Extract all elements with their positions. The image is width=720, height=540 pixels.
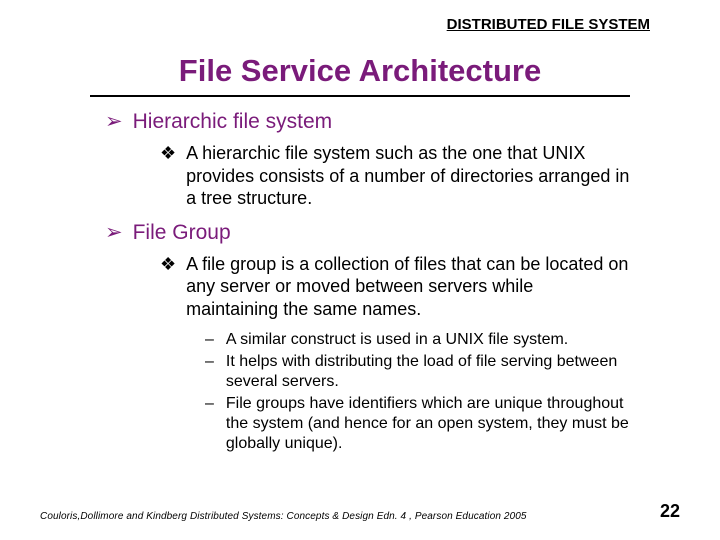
dash-bullet-icon: –: [205, 394, 214, 454]
sub-item: – A similar construct is used in a UNIX …: [205, 330, 630, 350]
header-label: DISTRIBUTED FILE SYSTEM: [40, 16, 650, 33]
sub-item-text: A similar construct is used in a UNIX fi…: [226, 330, 568, 350]
title-rule: [90, 95, 630, 97]
section-body: ❖ A file group is a collection of files …: [160, 253, 630, 321]
slide: DISTRIBUTED FILE SYSTEM File Service Arc…: [0, 0, 720, 540]
section-heading-text: Hierarchic file system: [133, 109, 333, 134]
section-body: ❖ A hierarchic file system such as the o…: [160, 142, 630, 210]
arrow-bullet-icon: ➢: [105, 220, 123, 245]
section-heading: ➢ File Group: [105, 220, 640, 245]
diamond-bullet-icon: ❖: [160, 253, 176, 321]
diamond-bullet-icon: ❖: [160, 142, 176, 210]
citation: Couloris,Dollimore and Kindberg Distribu…: [40, 511, 527, 522]
content: ➢ Hierarchic file system ❖ A hierarchic …: [105, 109, 640, 454]
sub-item-text: It helps with distributing the load of f…: [226, 352, 630, 392]
sub-item-text: File groups have identifiers which are u…: [226, 394, 630, 454]
dash-bullet-icon: –: [205, 330, 214, 350]
sub-item: – It helps with distributing the load of…: [205, 352, 630, 392]
section-body-text: A file group is a collection of files th…: [186, 253, 630, 321]
slide-title: File Service Architecture: [150, 53, 570, 89]
section-heading-text: File Group: [133, 220, 231, 245]
footer: Couloris,Dollimore and Kindberg Distribu…: [40, 501, 680, 522]
title-wrap: File Service Architecture: [90, 53, 630, 89]
dash-bullet-icon: –: [205, 352, 214, 392]
section-heading: ➢ Hierarchic file system: [105, 109, 640, 134]
section-body-text: A hierarchic file system such as the one…: [186, 142, 630, 210]
arrow-bullet-icon: ➢: [105, 109, 123, 134]
sub-item: – File groups have identifiers which are…: [205, 394, 630, 454]
page-number: 22: [660, 501, 680, 522]
